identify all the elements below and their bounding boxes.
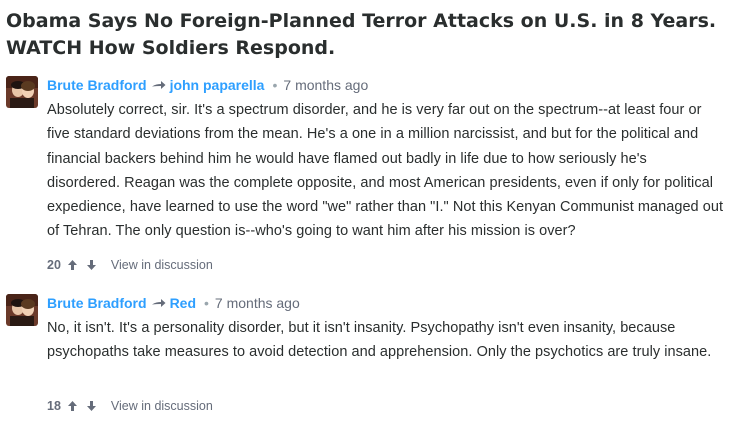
vote-count: 18 xyxy=(47,399,61,413)
comment-footer: 20 View in discussion xyxy=(47,258,213,272)
upvote-arrow-icon[interactable] xyxy=(67,259,78,271)
reply-to-link[interactable]: john paparella xyxy=(170,77,265,93)
timestamp-link[interactable]: 7 months ago xyxy=(283,77,368,93)
avatar[interactable] xyxy=(6,294,38,326)
avatar[interactable] xyxy=(6,76,38,108)
meta-separator: • xyxy=(204,295,209,311)
meta-separator: • xyxy=(272,77,278,93)
reply-arrow-icon xyxy=(151,81,166,89)
view-in-discussion-link[interactable]: View in discussion xyxy=(111,258,213,272)
reply-arrow-icon xyxy=(151,299,166,307)
timestamp-link[interactable]: 7 months ago xyxy=(215,295,300,311)
reply-to-link[interactable]: Red xyxy=(170,295,196,311)
comment-item: Brute Bradford john paparella • 7 months ag… xyxy=(6,76,724,276)
comment-text: No, it isn't. It's a personality disorde… xyxy=(47,320,712,361)
upvote-arrow-icon[interactable] xyxy=(67,400,78,412)
downvote-arrow-icon[interactable] xyxy=(86,259,97,271)
comment-text: Absolutely correct, sir. It's a spectrum… xyxy=(47,102,724,240)
comment-meta: Brute Bradford Red • 7 months ago xyxy=(47,294,724,312)
vote-count: 20 xyxy=(47,258,61,272)
thread-title: Obama Says No Foreign-Planned Terror Att… xyxy=(6,10,717,59)
comment-meta: Brute Bradford john paparella • 7 months ag… xyxy=(47,76,724,94)
comment-footer: 18 View in discussion xyxy=(47,399,213,413)
author-link[interactable]: Brute Bradford xyxy=(47,77,147,93)
comment-item: Brute Bradford Red • 7 months ago No, it is… xyxy=(6,294,724,420)
author-link[interactable]: Brute Bradford xyxy=(47,295,147,311)
downvote-arrow-icon[interactable] xyxy=(86,400,97,412)
view-in-discussion-link[interactable]: View in discussion xyxy=(111,399,213,413)
